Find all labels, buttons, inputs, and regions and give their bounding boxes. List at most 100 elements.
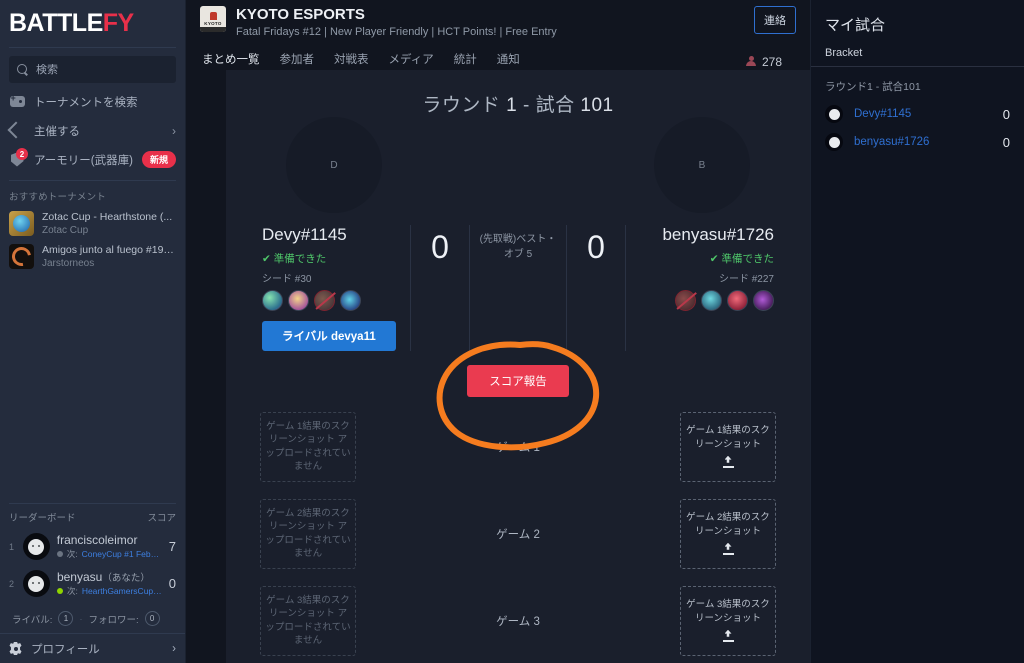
left-player-panel: Devy#1145 ✔ 準備できた シード #30 ライバル devya11 (250, 225, 410, 351)
sidebar: BATTLEFY トーナメントを検索 主催する › 2 アーモリー(武器庫) 新… (0, 0, 186, 663)
upload-label: ゲーム 2結果のスクリーンショット (686, 512, 770, 537)
list-item[interactable]: Amigos junto al fuego #19 ... Jarstorneo… (0, 240, 185, 273)
games-list: ゲーム 1結果のスクリーンショット アップロードされていません ゲーム 1 ゲー… (250, 403, 786, 663)
match-title-dash: - (523, 95, 530, 116)
right-player-hero-list (626, 290, 774, 311)
tab-bracket[interactable]: Bracket (825, 47, 862, 66)
upload-icon[interactable] (722, 543, 735, 556)
rivals-label: ライバル: (12, 614, 53, 626)
match-title-match-word: 試合 (535, 95, 575, 116)
right-screenshot-upload[interactable]: ゲーム 2結果のスクリーンショット (680, 498, 776, 569)
right-screenshot-upload[interactable]: ゲーム 1結果のスクリーンショット (680, 411, 776, 482)
leaderboard-row[interactable]: 2 benyasu（あなた） 次: HearthGamersCup ... 0 (0, 565, 185, 602)
my-match-row[interactable]: Devy#1145 0 (811, 100, 1024, 128)
left-score: 0 (431, 229, 449, 265)
hero-icon (262, 290, 283, 311)
upload-icon[interactable] (722, 456, 735, 469)
tournament-header: KYOTO KYOTO ESPORTS Fatal Fridays #12 | … (186, 0, 810, 72)
next-tournament-link[interactable]: ConeyCup #1 Febrero (82, 549, 162, 559)
my-matches-panel: マイ試合 Bracket ラウンド1 - 試合101 Devy#1145 0 b… (810, 0, 1024, 663)
sidebar-item-armory[interactable]: 2 アーモリー(武器庫) 新規 (0, 145, 185, 174)
search-box[interactable] (9, 56, 176, 83)
sidebar-item-find-tournament[interactable]: トーナメントを検索 (0, 87, 185, 116)
avatar (22, 570, 50, 597)
social-stats: ライバル: 1 · フォロワー: 0 (0, 602, 185, 633)
page-title: KYOTO ESPORTS (236, 6, 365, 23)
sidebar-item-label: 主催する (34, 125, 80, 138)
you-marker: （あなた） (102, 573, 150, 584)
chevron-right-icon: › (172, 642, 176, 655)
leaderboard-score-label: スコア (147, 513, 176, 524)
my-match-score: 0 (1002, 134, 1010, 150)
sidebar-item-profile[interactable]: プロフィール › (0, 633, 185, 663)
list-item[interactable]: Zotac Cup - Hearthstone (... Zotac Cup (0, 207, 185, 240)
hero-banned-icon (314, 290, 335, 311)
right-screenshot-upload[interactable]: ゲーム 3結果のスクリーンショット (680, 585, 776, 656)
game-row: ゲーム 2結果のスクリーンショット アップロードされていません ゲーム 2 ゲー… (250, 490, 786, 577)
status-dot (56, 551, 63, 557)
leaderboard-score: 7 (168, 539, 176, 554)
tournament-title: Zotac Cup - Hearthstone (... (42, 211, 173, 223)
game-label: ゲーム 2 (496, 528, 540, 541)
left-score-cell: 0 (410, 225, 470, 351)
my-matches-title: マイ試合 (825, 17, 886, 34)
hero-icon (340, 290, 361, 311)
leaderboard-user-name: franciscoleimor (56, 533, 138, 547)
hero-icon (727, 290, 748, 311)
match-title: ラウンド 1 - 試合 101 (250, 84, 786, 117)
my-match-player-name[interactable]: benyasu#1726 (854, 136, 992, 148)
leaderboard-header: リーダーボード スコア (0, 504, 185, 528)
tournament-organizer: Jarstorneos (42, 258, 95, 269)
hero-icon (288, 290, 309, 311)
followers-label: フォロワー: (88, 614, 139, 626)
left-screenshot-placeholder: ゲーム 3結果のスクリーンショット アップロードされていません (260, 585, 356, 656)
leaderboard-row[interactable]: 1 franciscoleimor 次: ConeyCup #1 Febrero… (0, 528, 185, 565)
shield-icon: 2 (9, 148, 28, 167)
upload-icon[interactable] (722, 630, 735, 643)
next-tournament-link[interactable]: HearthGamersCup ... (82, 586, 162, 596)
brand-logo[interactable]: BATTLEFY (0, 0, 185, 47)
leaderboard-label: リーダーボード (9, 513, 76, 524)
hero-icon (753, 290, 774, 311)
report-score-button[interactable]: スコア報告 (467, 365, 569, 397)
my-match-player-name[interactable]: Devy#1145 (854, 108, 992, 120)
recommended-tournaments-label: おすすめトーナメント (9, 192, 107, 203)
left-player-ready-status: ✔ 準備できた (262, 253, 327, 265)
right-score-cell: 0 (566, 225, 626, 351)
armory-badge-count: 2 (16, 148, 28, 160)
brand-accent: FY (102, 9, 134, 37)
right-player-seed: シード #227 (718, 274, 774, 285)
participant-count-container: 278 (746, 55, 796, 69)
my-matches-tabs: Bracket (811, 43, 1024, 67)
followers-count[interactable]: 0 (144, 611, 160, 626)
my-match-row[interactable]: benyasu#1726 0 (811, 128, 1024, 156)
leaderboard-rank: 2 (9, 578, 15, 589)
search-input[interactable] (36, 63, 168, 76)
new-badge: 新規 (141, 151, 176, 168)
upload-label: ゲーム 1結果のスクリーンショット (686, 425, 770, 450)
rivals-count[interactable]: 1 (58, 611, 74, 626)
contact-button[interactable]: 連絡 (754, 6, 796, 34)
sidebar-item-label: アーモリー(武器庫) (34, 154, 133, 167)
left-player-avatar: D (286, 117, 382, 213)
match-title-round-number: 1 (506, 95, 518, 116)
rival-button[interactable]: ライバル devya11 (262, 321, 396, 351)
right-player-panel: benyasu#1726 ✔ 準備できた シード #227 (626, 225, 786, 351)
app-root: BATTLEFY トーナメントを検索 主催する › 2 アーモリー(武器庫) 新… (0, 0, 1024, 663)
left-player-name: Devy#1145 (262, 225, 347, 244)
sidebar-item-host[interactable]: 主催する › (0, 116, 185, 145)
left-player-seed: シード #30 (262, 274, 312, 285)
left-screenshot-placeholder: ゲーム 2結果のスクリーンショット アップロードされていません (260, 498, 356, 569)
match-card: ラウンド 1 - 試合 101 D B Devy#1145 ✔ 準備できた シー… (226, 70, 810, 663)
leaderboard-user-name: benyasu (56, 570, 103, 584)
tournament-thumbnail-icon (9, 211, 34, 236)
hero-banned-icon (675, 290, 696, 311)
right-player-name: benyasu#1726 (662, 225, 774, 244)
my-match-score: 0 (1002, 106, 1010, 122)
tab-bar: まとめ一覧 参加者 対戦表 メディア 統計 通知 278 (200, 38, 796, 72)
person-icon (746, 55, 757, 68)
tournament-thumbnail-icon (9, 244, 34, 269)
right-player-avatar: B (654, 117, 750, 213)
left-screenshot-placeholder: ゲーム 1結果のスクリーンショット アップロードされていません (260, 411, 356, 482)
